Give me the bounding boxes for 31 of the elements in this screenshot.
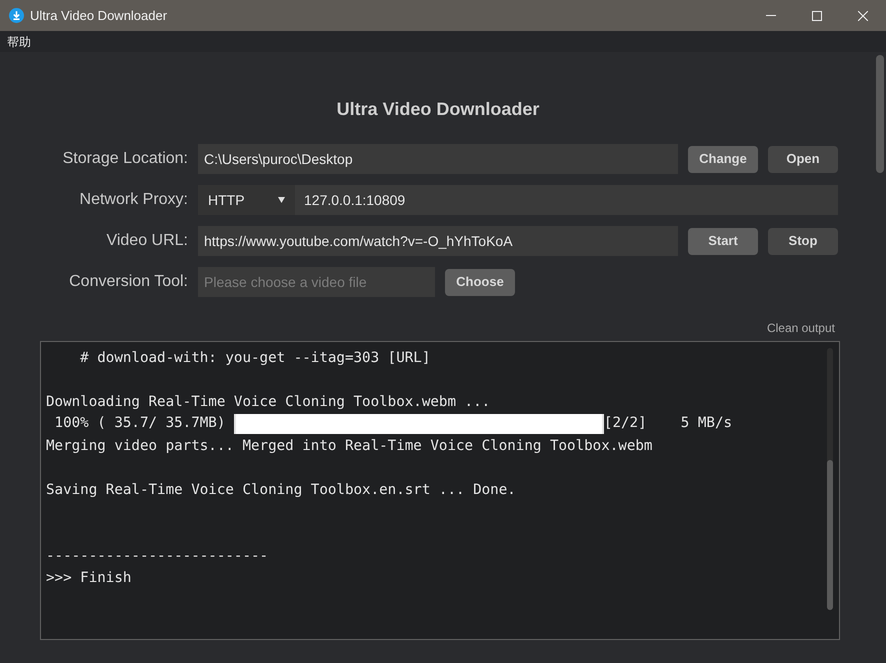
window-title: Ultra Video Downloader bbox=[30, 6, 168, 25]
action-button[interactable]: Stop bbox=[768, 228, 838, 254]
field-label: Storage Location: bbox=[62, 149, 188, 169]
action-button[interactable]: Open bbox=[768, 146, 838, 172]
minimize-icon bbox=[766, 15, 776, 16]
text-field[interactable]: C:\Users\puroc\Desktop bbox=[198, 144, 678, 174]
console-line: Merging video parts... Merged into Real-Time Voice Cloning Toolbox.webm bbox=[46, 437, 652, 456]
progress-status: [2/2] 5 MB/s bbox=[604, 414, 732, 434]
menu-item[interactable]: 帮助 bbox=[7, 32, 31, 50]
field-label: Video URL: bbox=[105, 231, 188, 251]
action-button[interactable]: Change bbox=[688, 146, 758, 172]
console-line: # download-with: you-get --itag=303 [URL] bbox=[79, 349, 430, 368]
app-heading: Ultra Video Downloader bbox=[336, 98, 540, 121]
field-label: Network Proxy: bbox=[78, 190, 188, 210]
action-button[interactable]: Choose bbox=[445, 268, 515, 296]
proxy-dropdown[interactable]: HTTP bbox=[198, 185, 295, 215]
dropdown-caret-icon bbox=[278, 197, 285, 203]
proxy-address-field[interactable]: 127.0.0.1:10809 bbox=[295, 185, 838, 215]
download-logo-icon bbox=[9, 8, 24, 23]
text-field[interactable]: https://www.youtube.com/watch?v=-O_hYhToKoA bbox=[198, 226, 678, 256]
console-line: -------------------------- bbox=[46, 547, 268, 566]
file-path-field[interactable]: Please choose a video file bbox=[198, 267, 435, 297]
clean-output-link[interactable]: Clean output bbox=[766, 319, 835, 337]
action-button[interactable]: Start bbox=[688, 228, 758, 254]
maximize-icon bbox=[812, 10, 822, 20]
console-line: Saving Real-Time Voice Cloning Toolbox.en.srt ... Done. bbox=[46, 481, 516, 500]
console-line: >>> Finish bbox=[46, 569, 132, 588]
progress-text: 100% ( 35.7/ 35.7MB) bbox=[54, 414, 226, 434]
close-icon bbox=[858, 10, 868, 20]
console-line: Downloading Real-Time Voice Cloning Toolbox.webm ... bbox=[46, 393, 490, 412]
field-label: Conversion Tool: bbox=[68, 272, 188, 292]
